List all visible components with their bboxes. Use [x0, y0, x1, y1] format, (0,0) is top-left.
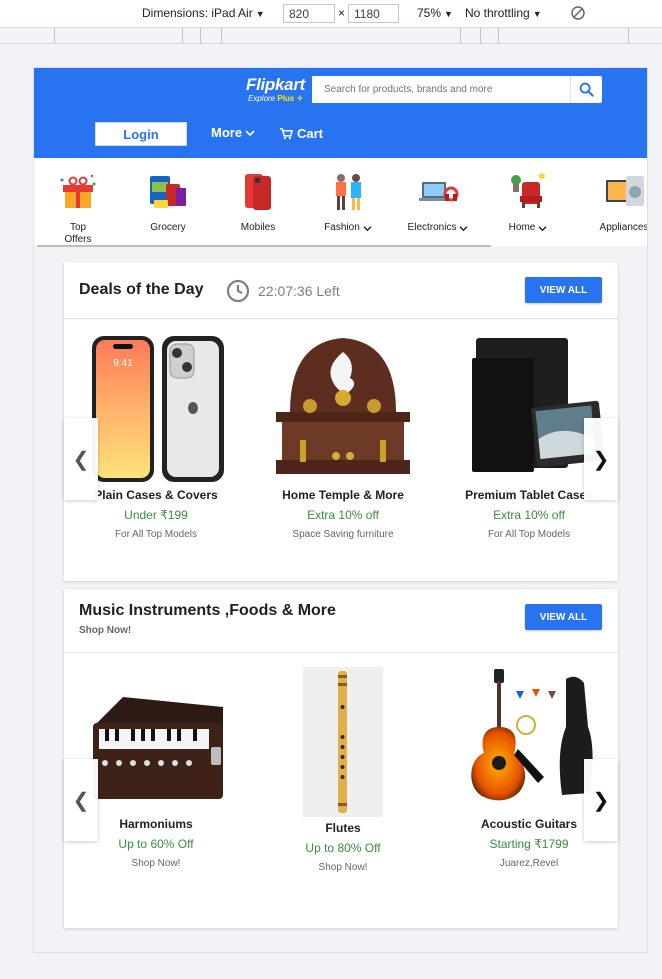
harmonium-image: [83, 667, 229, 813]
tablet-case-image: [454, 332, 605, 484]
chevron-right-icon: ❯: [592, 448, 610, 471]
acoustic-guitar-image: [454, 667, 604, 813]
music-instruments-card: Music Instruments ,Foods & More Shop Now…: [64, 589, 618, 928]
home-icon: [506, 170, 550, 214]
caret-down-icon: ▼: [532, 9, 542, 19]
svg-text:9:41: 9:41: [113, 358, 133, 369]
device-width-input[interactable]: 820: [283, 4, 335, 23]
caret-down-icon: ▼: [255, 9, 265, 19]
grocery-icon: [146, 170, 190, 214]
throttling-dropdown[interactable]: No throttling ▼: [465, 6, 542, 20]
music-item-flutes[interactable]: Flutes Up to 80% Off Shop Now!: [253, 667, 433, 873]
music-subtitle: Shop Now!: [79, 625, 132, 636]
deals-view-all-button[interactable]: VIEW ALL: [525, 277, 602, 303]
category-appliances[interactable]: Appliances: [584, 170, 647, 234]
logo-tagline: Explore Plus ✧: [248, 94, 304, 103]
chevron-down-icon: [459, 225, 468, 231]
device-dimensions-dropdown[interactable]: Dimensions: iPad Air ▼: [142, 6, 265, 20]
music-prev-button[interactable]: ❮: [64, 759, 98, 841]
chevron-left-icon: ❮: [72, 448, 90, 471]
fashion-icon: [326, 170, 370, 214]
more-menu[interactable]: More: [211, 125, 255, 140]
category-top-offers[interactable]: Top Offers: [38, 170, 118, 246]
search-button[interactable]: [570, 76, 602, 103]
home-temple-image: [270, 332, 416, 484]
rotate-icon[interactable]: [570, 5, 586, 21]
appliances-icon: [602, 170, 646, 214]
device-height-input[interactable]: 1180: [348, 4, 399, 23]
category-mobiles[interactable]: Mobiles: [218, 170, 298, 234]
deals-prev-button[interactable]: ❮: [64, 418, 98, 500]
deals-of-the-day-card: Deals of the Day 22:07:36 Left VIEW ALL …: [64, 262, 618, 581]
search-icon: [579, 82, 594, 97]
chevron-right-icon: ❯: [592, 789, 610, 812]
cart-link[interactable]: Cart: [280, 126, 323, 141]
plus-icon: ✧: [296, 94, 304, 103]
clock-icon: [226, 279, 250, 303]
media-query-ruler: [0, 28, 662, 44]
mobile-icon: [236, 170, 280, 214]
site-header: Flipkart Explore Plus ✧ Login More Cart: [34, 68, 647, 158]
deals-title: Deals of the Day: [79, 281, 204, 298]
deal-item-home-temple[interactable]: Home Temple & More Extra 10% off Space S…: [253, 332, 433, 540]
category-home[interactable]: Home: [488, 170, 568, 234]
category-grocery[interactable]: Grocery: [128, 170, 208, 234]
chevron-down-icon: [363, 225, 372, 231]
flipkart-logo[interactable]: Flipkart Explore Plus ✧: [246, 75, 305, 103]
devtools-toolbar: Dimensions: iPad Air ▼ 820 × 1180 75% ▼ No…: [0, 0, 662, 28]
search-input[interactable]: [312, 76, 570, 103]
category-fashion[interactable]: Fashion: [308, 170, 388, 234]
music-next-button[interactable]: ❯: [584, 759, 618, 841]
flute-image: [303, 667, 383, 817]
times-sign: ×: [338, 6, 346, 20]
chevron-down-icon: [538, 225, 547, 231]
zoom-dropdown[interactable]: 75% ▼: [417, 6, 453, 20]
device-viewport: Flipkart Explore Plus ✧ Login More Cart …: [33, 67, 648, 953]
electronics-icon: [416, 170, 460, 214]
category-scroll-indicator: [37, 245, 491, 247]
card-divider: [64, 652, 618, 653]
deals-timer: 22:07:36 Left: [226, 279, 340, 303]
gift-icon: [56, 170, 100, 214]
card-divider: [64, 318, 618, 319]
login-button[interactable]: Login: [95, 122, 187, 146]
music-title: Music Instruments ,Foods & More: [79, 602, 336, 619]
chevron-down-icon: [245, 129, 255, 136]
search-bar: [312, 76, 602, 103]
deals-next-button[interactable]: ❯: [584, 418, 618, 500]
phone-case-image: 9:41: [86, 332, 226, 484]
category-bar: Top Offers Grocery Mobiles Fashion Elect…: [34, 158, 647, 246]
chevron-left-icon: ❮: [72, 789, 90, 812]
caret-down-icon: ▼: [444, 9, 453, 19]
category-electronics[interactable]: Electronics: [398, 170, 478, 234]
music-view-all-button[interactable]: VIEW ALL: [525, 604, 602, 630]
cart-icon: [280, 127, 293, 139]
